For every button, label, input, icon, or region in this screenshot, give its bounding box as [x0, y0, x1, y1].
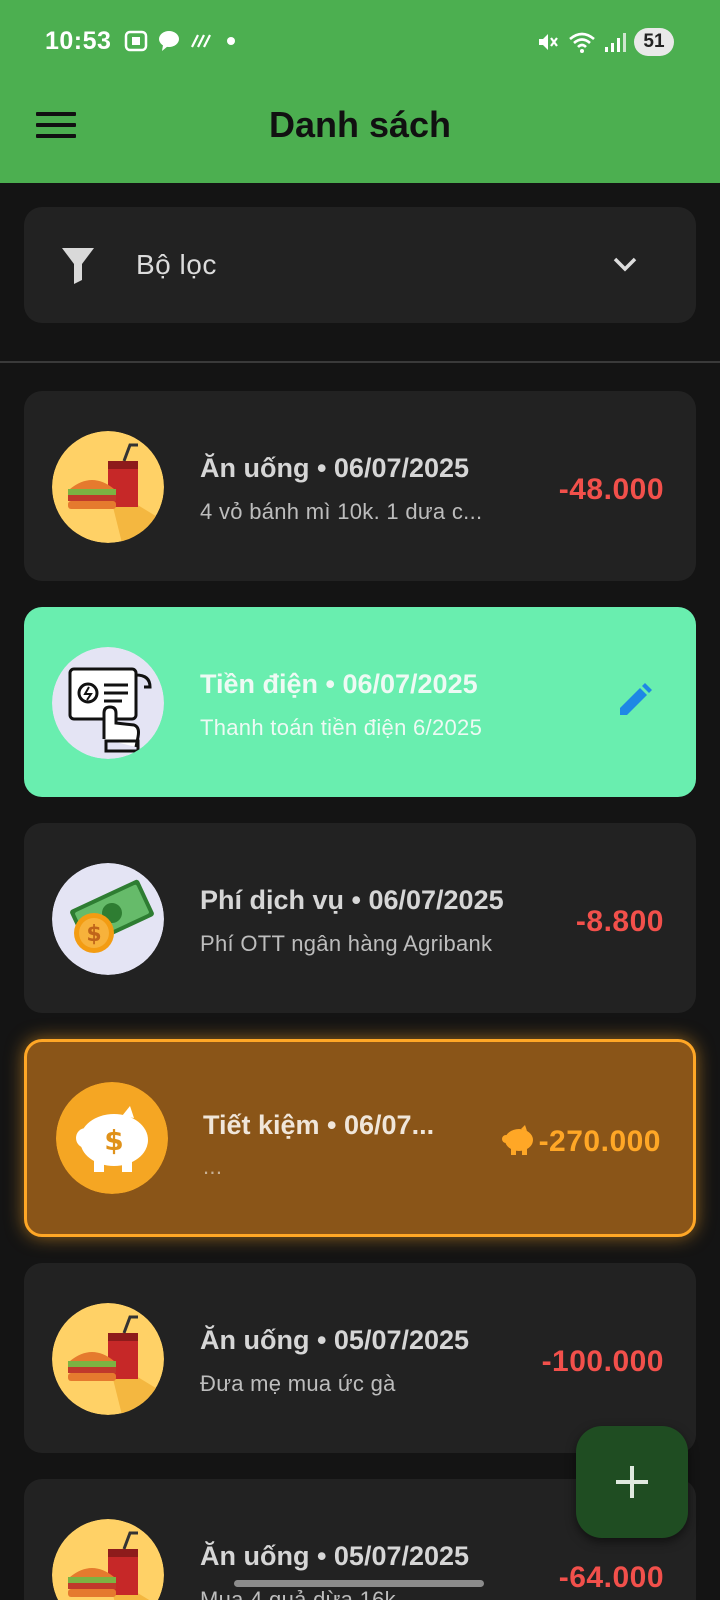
transaction-card[interactable]: $ Phí dịch vụ • 06/07/2025 Phí OTT ngân … [24, 823, 696, 1013]
food-drink-icon [52, 431, 164, 543]
transaction-note: 4 vỏ bánh mì 10k. 1 dưa c... [200, 499, 483, 524]
transaction-note: Thanh toán tiền điện 6/2025 [200, 715, 483, 740]
transaction-amount: -8.800 [575, 905, 664, 938]
transaction-note: Mua 4 quả dừa 16k [200, 1587, 396, 1600]
piggy-bank-mini-icon [501, 1125, 533, 1155]
transaction-amount: -64.000 [558, 1561, 664, 1594]
transaction-amount: -100.000 [541, 1345, 664, 1378]
food-drink-icon [52, 1519, 164, 1600]
transaction-title: Ăn uống • 05/07/2025 [200, 1325, 470, 1355]
transaction-card[interactable]: Ăn uống • 06/07/2025 4 vỏ bánh mì 10k. 1… [24, 391, 696, 581]
status-notification-icons [124, 30, 240, 52]
transaction-title: Phí dịch vụ • 06/07/2025 [200, 885, 504, 915]
mute-icon [539, 34, 558, 50]
transaction-amount: -270.000 [538, 1125, 661, 1158]
transaction-note: Đưa mẹ mua ức gà [200, 1371, 396, 1396]
status-time: 10:53 [45, 27, 112, 55]
edit-icon[interactable] [616, 683, 652, 719]
filter-label: Bộ lọc [136, 249, 217, 280]
electric-bill-icon [52, 647, 164, 759]
transaction-note: ... [203, 1154, 223, 1179]
money-icon: $ [52, 863, 164, 975]
transaction-amount: -48.000 [558, 473, 664, 506]
cell-signal-icon [605, 33, 626, 52]
status-system-icons: 51 [536, 28, 674, 56]
home-indicator[interactable] [234, 1580, 484, 1587]
transaction-title: Tiền điện • 06/07/2025 [200, 669, 478, 699]
filter-icon [62, 248, 94, 284]
transaction-title: Tiết kiệm • 06/07... [203, 1110, 435, 1140]
filter-dropdown[interactable]: Bộ lọc [24, 207, 696, 323]
page-title: Danh sách [268, 104, 452, 145]
battery-indicator: 51 [634, 28, 674, 56]
add-transaction-button[interactable] [576, 1426, 688, 1538]
chevron-down-icon [613, 257, 637, 272]
signal-stripes-icon [191, 34, 211, 48]
transaction-note: Phí OTT ngân hàng Agribank [200, 931, 493, 956]
status-bar: 10:53 51 [0, 18, 720, 68]
transaction-card-savings[interactable]: $ Tiết kiệm • 06/07... ... -270.000 [24, 1039, 696, 1237]
piggy-bank-icon: $ [56, 1082, 168, 1194]
divider [0, 361, 720, 363]
food-drink-icon [52, 1303, 164, 1415]
screenshot-icon [124, 30, 148, 52]
transaction-card[interactable]: Ăn uống • 05/07/2025 Đưa mẹ mua ức gà -1… [24, 1263, 696, 1453]
chat-icon [159, 31, 179, 51]
svg-text:$: $ [104, 1124, 123, 1157]
transaction-amount-row: -270.000 [501, 1125, 661, 1159]
svg-text:$: $ [86, 922, 101, 947]
transaction-title: Ăn uống • 06/07/2025 [200, 453, 470, 483]
wifi-icon [569, 32, 595, 53]
transaction-title: Ăn uống • 05/07/2025 [200, 1541, 470, 1571]
transaction-card-selected[interactable]: Tiền điện • 06/07/2025 Thanh toán tiền đ… [24, 607, 696, 797]
dot-icon [227, 37, 235, 45]
app-bar: 10:53 51 Danh sách [0, 0, 720, 183]
